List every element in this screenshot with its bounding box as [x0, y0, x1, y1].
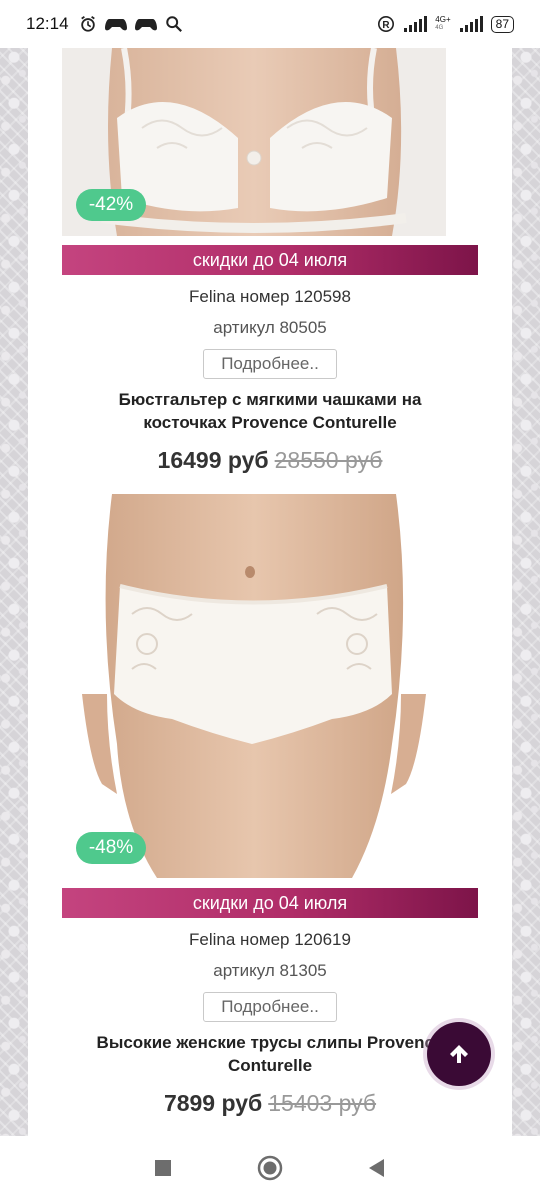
home-button[interactable]	[256, 1154, 284, 1182]
discount-badge: -48%	[76, 832, 146, 864]
svg-text:R: R	[383, 20, 390, 31]
product-image-briefs[interactable]	[62, 494, 446, 878]
signal-icon	[459, 16, 483, 32]
home-circle-icon	[257, 1155, 283, 1181]
product-card: -48% скидки до 04 июля Felina номер 1206…	[28, 48, 512, 1136]
price-row: 7899 руб 15403 руб	[28, 1090, 512, 1117]
price-current: 7899 руб	[163, 1090, 263, 1116]
details-button[interactable]: Подробнее..	[203, 992, 337, 1022]
product-list[interactable]: -42% скидки до 04 июля Felina номер 1205…	[28, 48, 512, 1136]
sku-number: артикул 81305	[213, 961, 327, 980]
status-bar: 12:14 R 4G+ 4G 87	[0, 0, 540, 48]
price-old: 15403 руб	[268, 1090, 377, 1116]
alarm-icon	[80, 16, 95, 32]
status-time: 12:14	[26, 14, 69, 33]
scroll-to-top-button[interactable]	[427, 1022, 491, 1086]
lace-border-right	[512, 48, 540, 1136]
briefs-photo	[62, 494, 446, 878]
gamepad-icon	[134, 19, 157, 31]
battery-indicator: 87	[490, 15, 514, 33]
gamepad-icon	[104, 19, 127, 31]
brand-number: Felina номер 120619	[189, 930, 351, 949]
status-left: 12:14	[26, 14, 183, 34]
search-icon	[165, 16, 182, 32]
lace-border-left	[0, 48, 28, 1136]
registered-icon: R	[378, 15, 395, 33]
arrow-up-icon	[450, 1045, 468, 1063]
recents-button[interactable]	[149, 1154, 177, 1182]
system-navigation-bar	[0, 1136, 540, 1200]
product-title[interactable]: Высокие женские трусы слипы Provence Con…	[68, 1031, 472, 1077]
signal-icon	[404, 16, 428, 32]
recents-square-icon	[155, 1160, 172, 1176]
back-triangle-icon	[368, 1159, 384, 1177]
promo-banner: скидки до 04 июля	[62, 888, 478, 918]
status-right: R 4G+ 4G 87	[377, 15, 514, 33]
network-type: 4G+ 4G	[435, 15, 451, 32]
back-button[interactable]	[363, 1154, 391, 1182]
